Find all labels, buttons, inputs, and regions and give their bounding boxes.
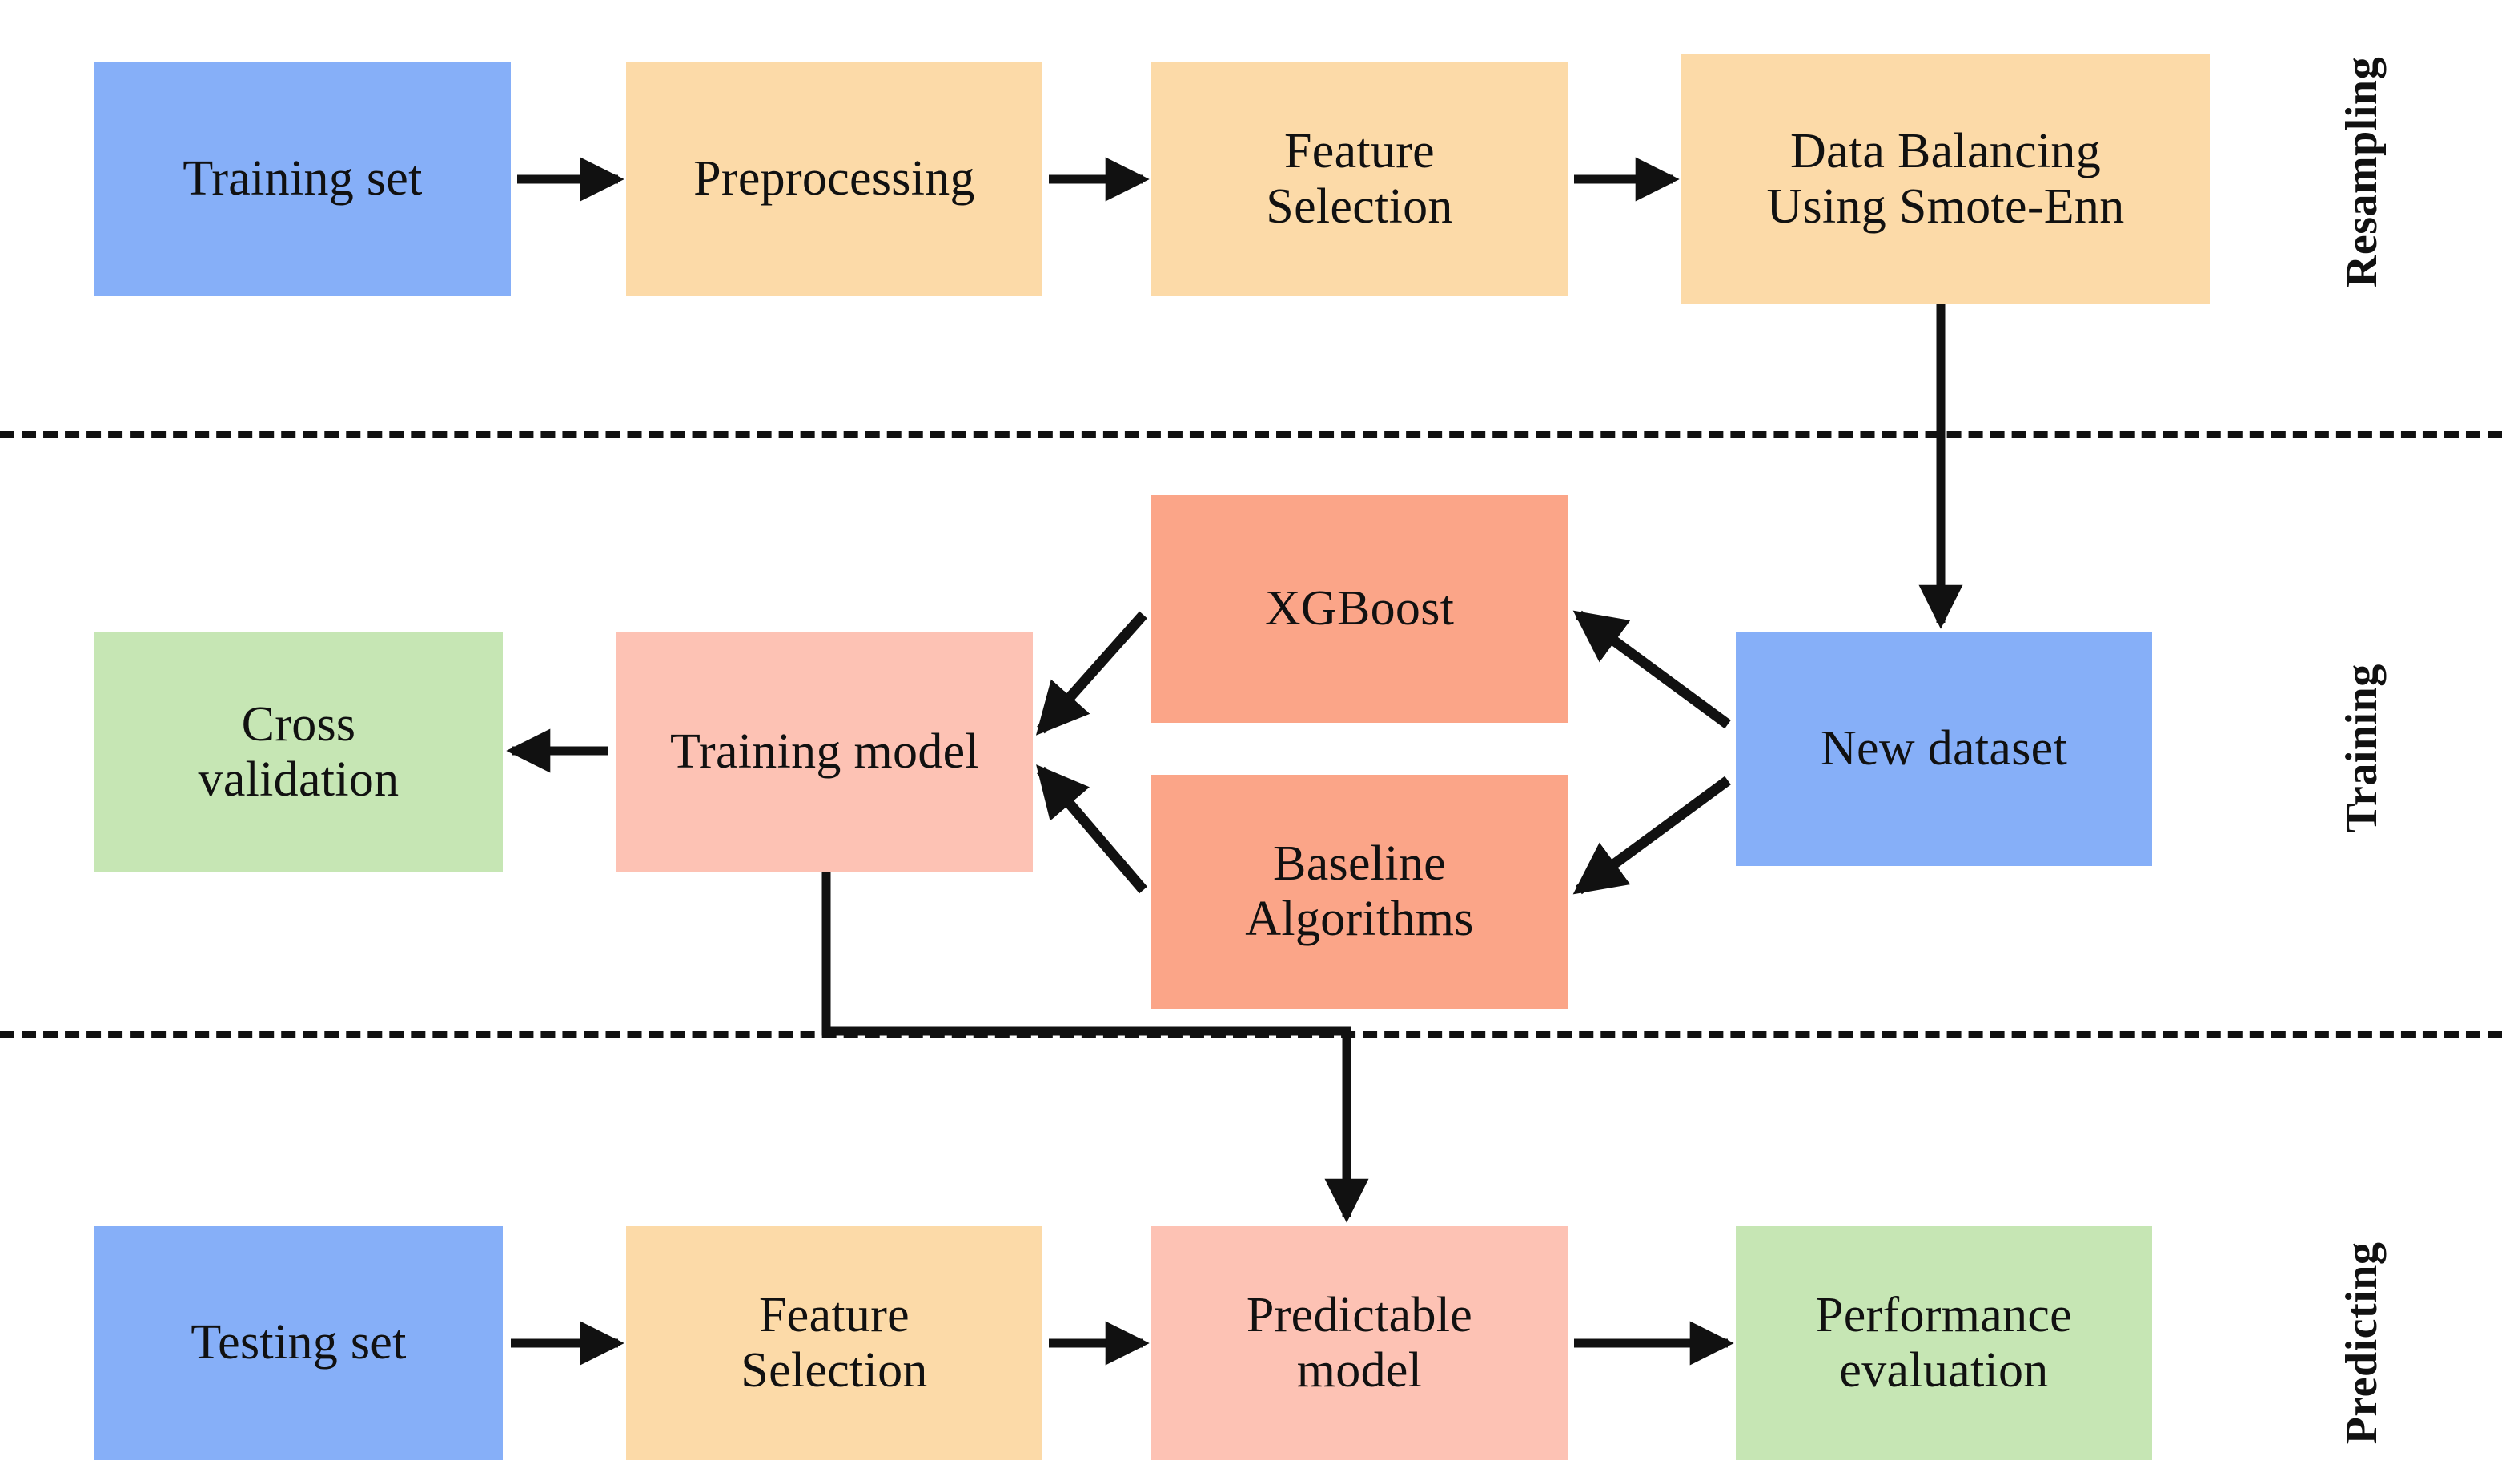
band-label-predicting: Predicting [2337,1241,2387,1445]
node-performance-evaluation[interactable]: Performance evaluation [1736,1226,2152,1460]
node-feature-selection-training[interactable]: Feature Selection [1151,62,1568,296]
node-new-dataset[interactable]: New dataset [1736,632,2152,866]
node-training-set[interactable]: Training set [94,62,511,296]
node-training-model[interactable]: Training model [616,632,1033,872]
node-predictable-model[interactable]: Predictable model [1151,1226,1568,1460]
band-divider-resampling-training [0,431,2502,438]
node-cross-validation[interactable]: Cross validation [94,632,503,872]
node-testing-set[interactable]: Testing set [94,1226,503,1460]
band-label-resampling: Resampling [2337,56,2387,288]
node-data-balancing[interactable]: Data Balancing Using Smote-Enn [1681,54,2210,304]
flowchart-canvas: Training set Preprocessing Feature Selec… [0,0,2502,1484]
edge-new-dataset-to-baseline-algorithms [1572,776,1731,895]
edge-xgboost-to-training-model [1035,611,1147,736]
band-divider-training-predicting [0,1031,2502,1038]
node-xgboost[interactable]: XGBoost [1151,495,1568,723]
node-feature-selection-testing[interactable]: Feature Selection [626,1226,1042,1460]
band-label-training: Training [2337,664,2387,833]
edge-baseline-algorithms-to-training-model [1036,764,1147,894]
node-preprocessing[interactable]: Preprocessing [626,62,1042,296]
edge-new-dataset-to-xgboost [1572,610,1731,729]
node-baseline-algorithms[interactable]: Baseline Algorithms [1151,775,1568,1009]
